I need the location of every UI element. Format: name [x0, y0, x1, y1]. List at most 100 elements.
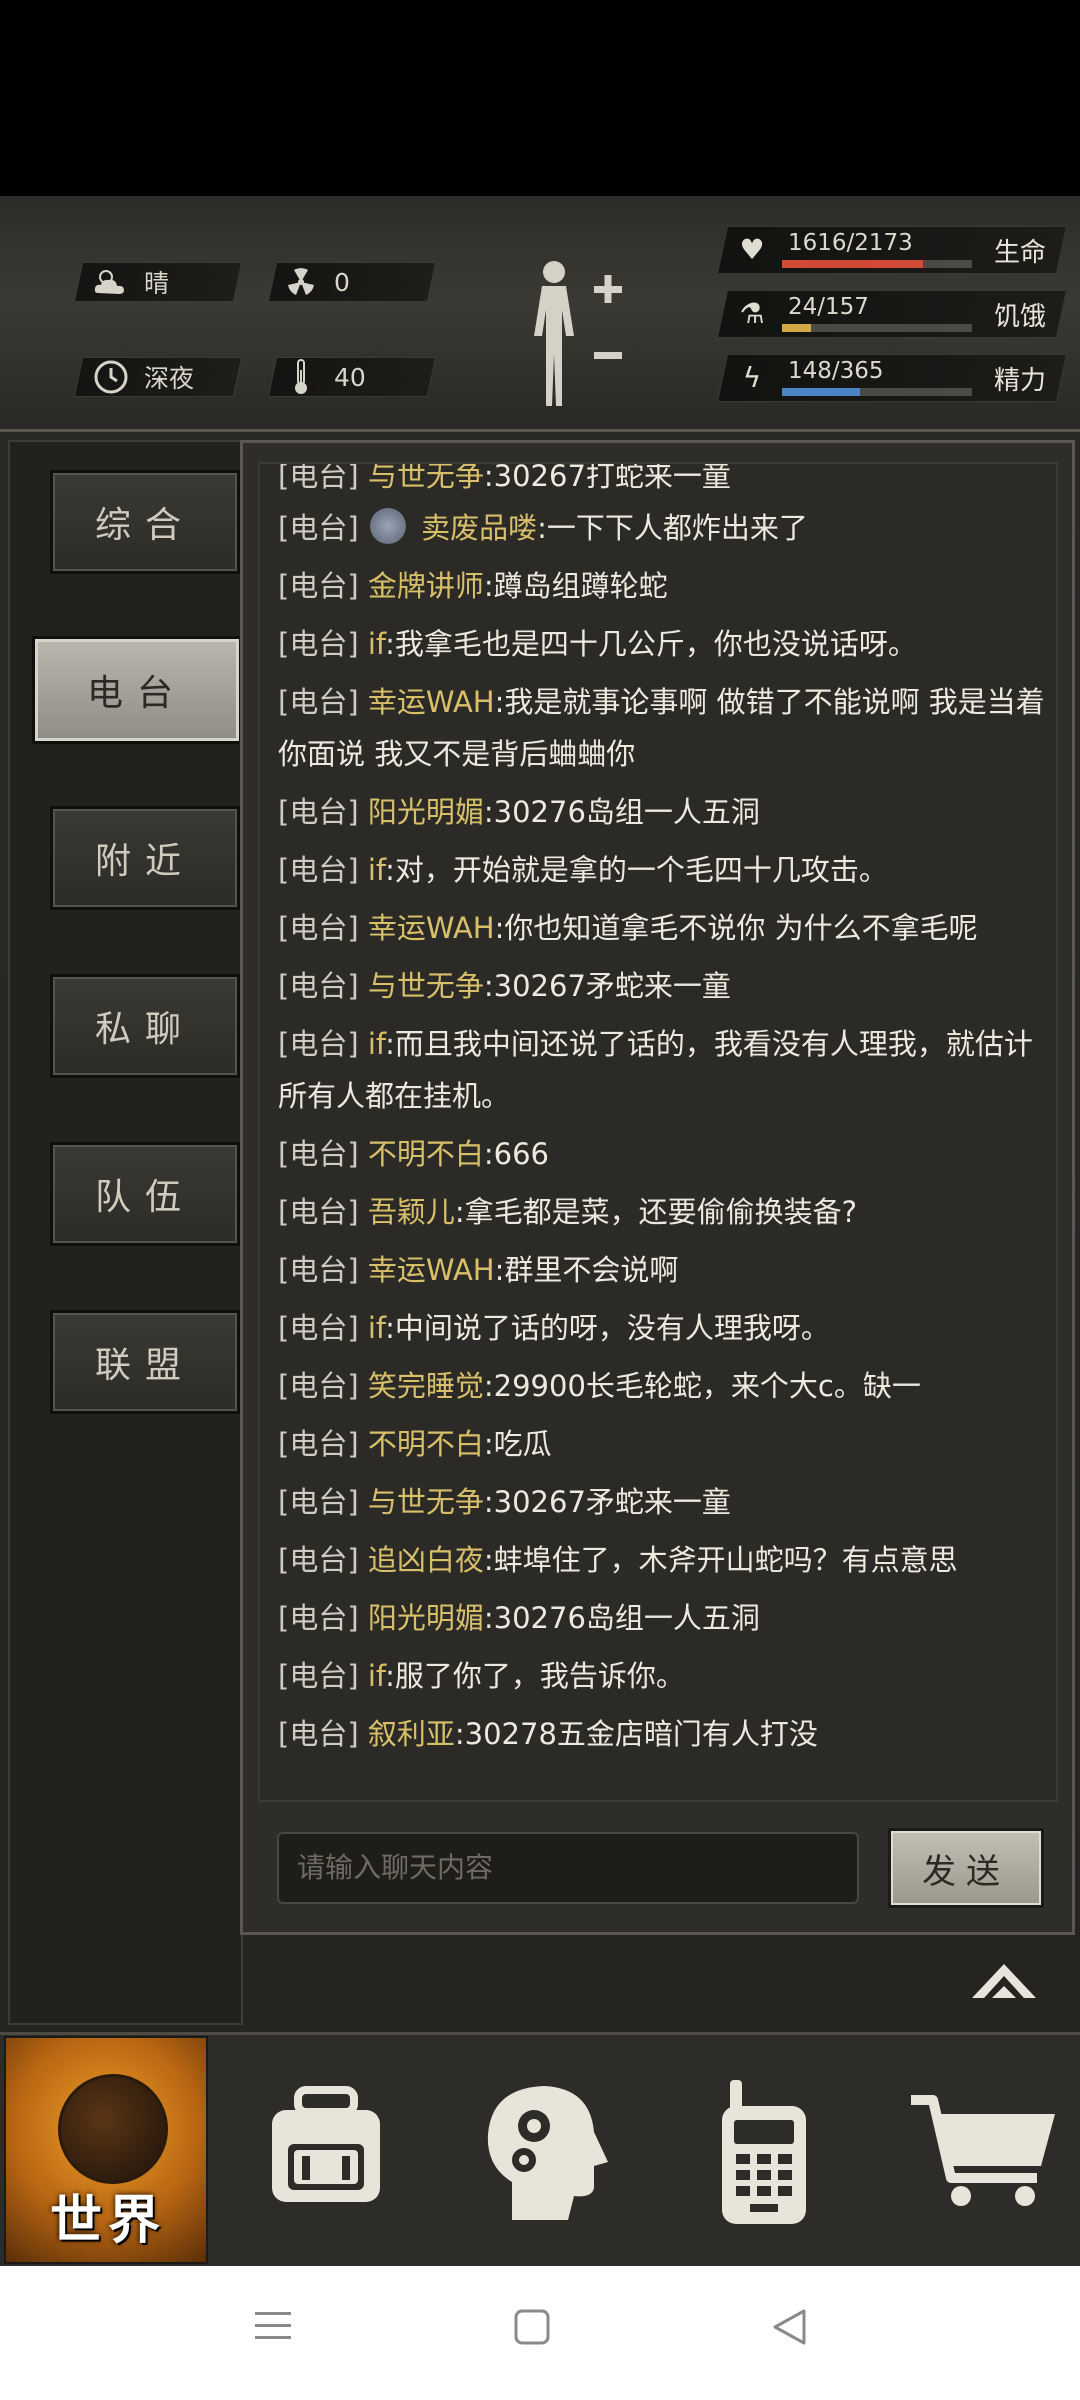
- channel-tag: [电台]: [278, 627, 359, 661]
- channel-tag: [电台]: [278, 853, 359, 887]
- channel-tag: [电台]: [278, 685, 359, 719]
- sender-name[interactable]: if: [368, 627, 385, 661]
- message-text: :30278五金店暗门有人打没: [454, 1717, 818, 1751]
- channel-tag: [电台]: [278, 1195, 359, 1229]
- message-text: :30276岛组一人五洞: [483, 1601, 760, 1635]
- channel-tag: [电台]: [278, 1485, 359, 1519]
- channel-tag: [电台]: [278, 1659, 359, 1693]
- message-text: :而且我中间还说了话的，我看没有人理我，就估计所有人都在挂机。: [278, 1027, 1033, 1113]
- stat-bar: [782, 324, 972, 332]
- channel-tag: [电台]: [278, 1027, 359, 1061]
- chat-message: [电台] if:服了你了，我告诉你。: [278, 1650, 1048, 1702]
- channel-tab-4[interactable]: 队伍: [50, 1142, 240, 1246]
- chat-message: [电台] 追凶白夜:蚌埠住了，木斧开山蛇吗？有点意思: [278, 1534, 1048, 1586]
- message-text: :30267矛蛇来一童: [483, 1485, 731, 1519]
- send-button[interactable]: 发送: [888, 1828, 1044, 1908]
- radiation-icon: [282, 263, 320, 301]
- heart-icon: ♥: [739, 233, 765, 266]
- chat-message-partial: [电台] 与世无争:30267打蛇来一童: [278, 462, 731, 493]
- chat-message: [电台] if:我拿毛也是四十几公斤，你也没说话呀。: [278, 618, 1048, 670]
- status-bar-area: [0, 0, 1080, 196]
- stat-label: 精力: [994, 366, 1047, 396]
- channel-tab-1[interactable]: 电台: [32, 636, 242, 744]
- cloud-sun-icon: [92, 263, 130, 301]
- skills-head-icon: [487, 2086, 608, 2220]
- sender-name[interactable]: if: [368, 1311, 385, 1345]
- sender-name[interactable]: 叙利亚: [368, 1717, 455, 1751]
- stat-bar: [782, 260, 972, 268]
- backpack-icon: [272, 2086, 380, 2202]
- radio-button[interactable]: [684, 2036, 844, 2264]
- channel-tab-2[interactable]: 附近: [50, 806, 240, 910]
- message-text: :一下下人都炸出来了: [537, 511, 808, 545]
- weather-value: 晴: [144, 269, 170, 298]
- message-text: :群里不会说啊: [494, 1253, 679, 1287]
- chat-input[interactable]: 请输入聊天内容: [277, 1832, 859, 1904]
- stat-value: 148/365: [788, 358, 884, 384]
- message-text: :30276岛组一人五洞: [483, 795, 760, 829]
- sender-name[interactable]: 阳光明媚: [368, 795, 484, 829]
- stat-value: 1616/2173: [788, 230, 913, 256]
- character-equipment-icon[interactable]: [520, 258, 630, 408]
- sender-name[interactable]: 吾颖儿: [368, 1195, 455, 1229]
- sender-name[interactable]: 幸运WAH: [368, 1253, 495, 1287]
- sender-name[interactable]: 追凶白夜: [368, 1543, 484, 1577]
- backpack-button[interactable]: [246, 2036, 406, 2264]
- channel-tag: [电台]: [278, 569, 359, 603]
- chat-message: [电台] 笑完睡觉:29900长毛轮蛇，来个大c。缺一: [278, 1360, 1048, 1412]
- shop-button[interactable]: [900, 2036, 1070, 2264]
- chat-message: [电台] 不明不白:666: [278, 1128, 1048, 1180]
- chat-message: [电台] 与世无争:30267矛蛇来一童: [278, 1476, 1048, 1528]
- sender-name[interactable]: if: [368, 1027, 385, 1061]
- stat-label: 生命: [994, 238, 1047, 268]
- channel-tag: [电台]: [278, 1543, 359, 1577]
- sender-name[interactable]: if: [368, 1659, 385, 1693]
- message-text: :中间说了话的呀，没有人理我呀。: [385, 1311, 830, 1345]
- time-of-day-value: 深夜: [144, 364, 195, 393]
- clock-icon: [92, 358, 130, 396]
- sender-name[interactable]: 金牌讲师: [368, 569, 484, 603]
- sender-name[interactable]: 笑完睡觉: [368, 1369, 484, 1403]
- system-navigation-bar: [0, 2266, 1080, 2400]
- sender-name[interactable]: 幸运WAH: [368, 911, 495, 945]
- back-icon[interactable]: [770, 2308, 808, 2346]
- chat-message: [电台] 不明不白:吃瓜: [278, 1418, 1048, 1470]
- stat-bar: [782, 388, 972, 396]
- chat-message: [电台] 阳光明媚:30276岛组一人五洞: [278, 786, 1048, 838]
- message-text: :服了你了，我告诉你。: [385, 1659, 685, 1693]
- sender-name[interactable]: 与世无争: [368, 969, 484, 1003]
- stomach-icon: ⚗: [739, 297, 765, 330]
- channel-tag: [电台]: [278, 1137, 359, 1171]
- channel-tab-5[interactable]: 联盟: [50, 1310, 240, 1414]
- stat-bar-fill: [782, 324, 811, 332]
- chat-message: [电台] 与世无争:30267矛蛇来一童: [278, 960, 1048, 1012]
- message-text: :吃瓜: [483, 1427, 552, 1461]
- sender-name[interactable]: 幸运WAH: [368, 685, 495, 719]
- menu-icon[interactable]: [253, 2308, 293, 2344]
- channel-tab-3[interactable]: 私聊: [50, 974, 240, 1078]
- sender-name[interactable]: 与世无争: [368, 1485, 484, 1519]
- chat-message: [电台] 幸运WAH:群里不会说啊: [278, 1244, 1048, 1296]
- channel-tab-0[interactable]: 综合: [50, 470, 240, 574]
- home-icon[interactable]: [513, 2308, 551, 2346]
- chat-message: [电台] 幸运WAH:你也知道拿毛不说你 为什么不拿毛呢: [278, 902, 1048, 954]
- channel-tag: [电台]: [278, 511, 359, 545]
- message-text: :666: [483, 1137, 549, 1171]
- world-label: 世界: [49, 2191, 166, 2251]
- sender-name[interactable]: if: [368, 853, 385, 887]
- temperature-value: 40: [334, 362, 366, 392]
- stat-label: 饥饿: [994, 302, 1047, 332]
- message-text: :30267矛蛇来一童: [483, 969, 731, 1003]
- world-tab[interactable]: 世界: [4, 2036, 208, 2264]
- sender-name[interactable]: 不明不白: [368, 1137, 484, 1171]
- chat-log[interactable]: [电台] 与世无争:30267打蛇来一童 [电台] 卖废品喽:一下下人都炸出来了…: [258, 462, 1058, 1802]
- collapse-up-icon[interactable]: [968, 1958, 1040, 2002]
- skills-button[interactable]: [462, 2036, 622, 2264]
- chat-message: [电台] 金牌讲师:蹲岛组蹲轮蛇: [278, 560, 1048, 612]
- sender-name[interactable]: 不明不白: [368, 1427, 484, 1461]
- radio-icon: [722, 2080, 806, 2224]
- sender-name[interactable]: 阳光明媚: [368, 1601, 484, 1635]
- sender-name[interactable]: 卖废品喽: [421, 511, 537, 545]
- channel-tag: [电台]: [278, 1427, 359, 1461]
- chat-message: [电台] if:而且我中间还说了话的，我看没有人理我，就估计所有人都在挂机。: [278, 1018, 1048, 1122]
